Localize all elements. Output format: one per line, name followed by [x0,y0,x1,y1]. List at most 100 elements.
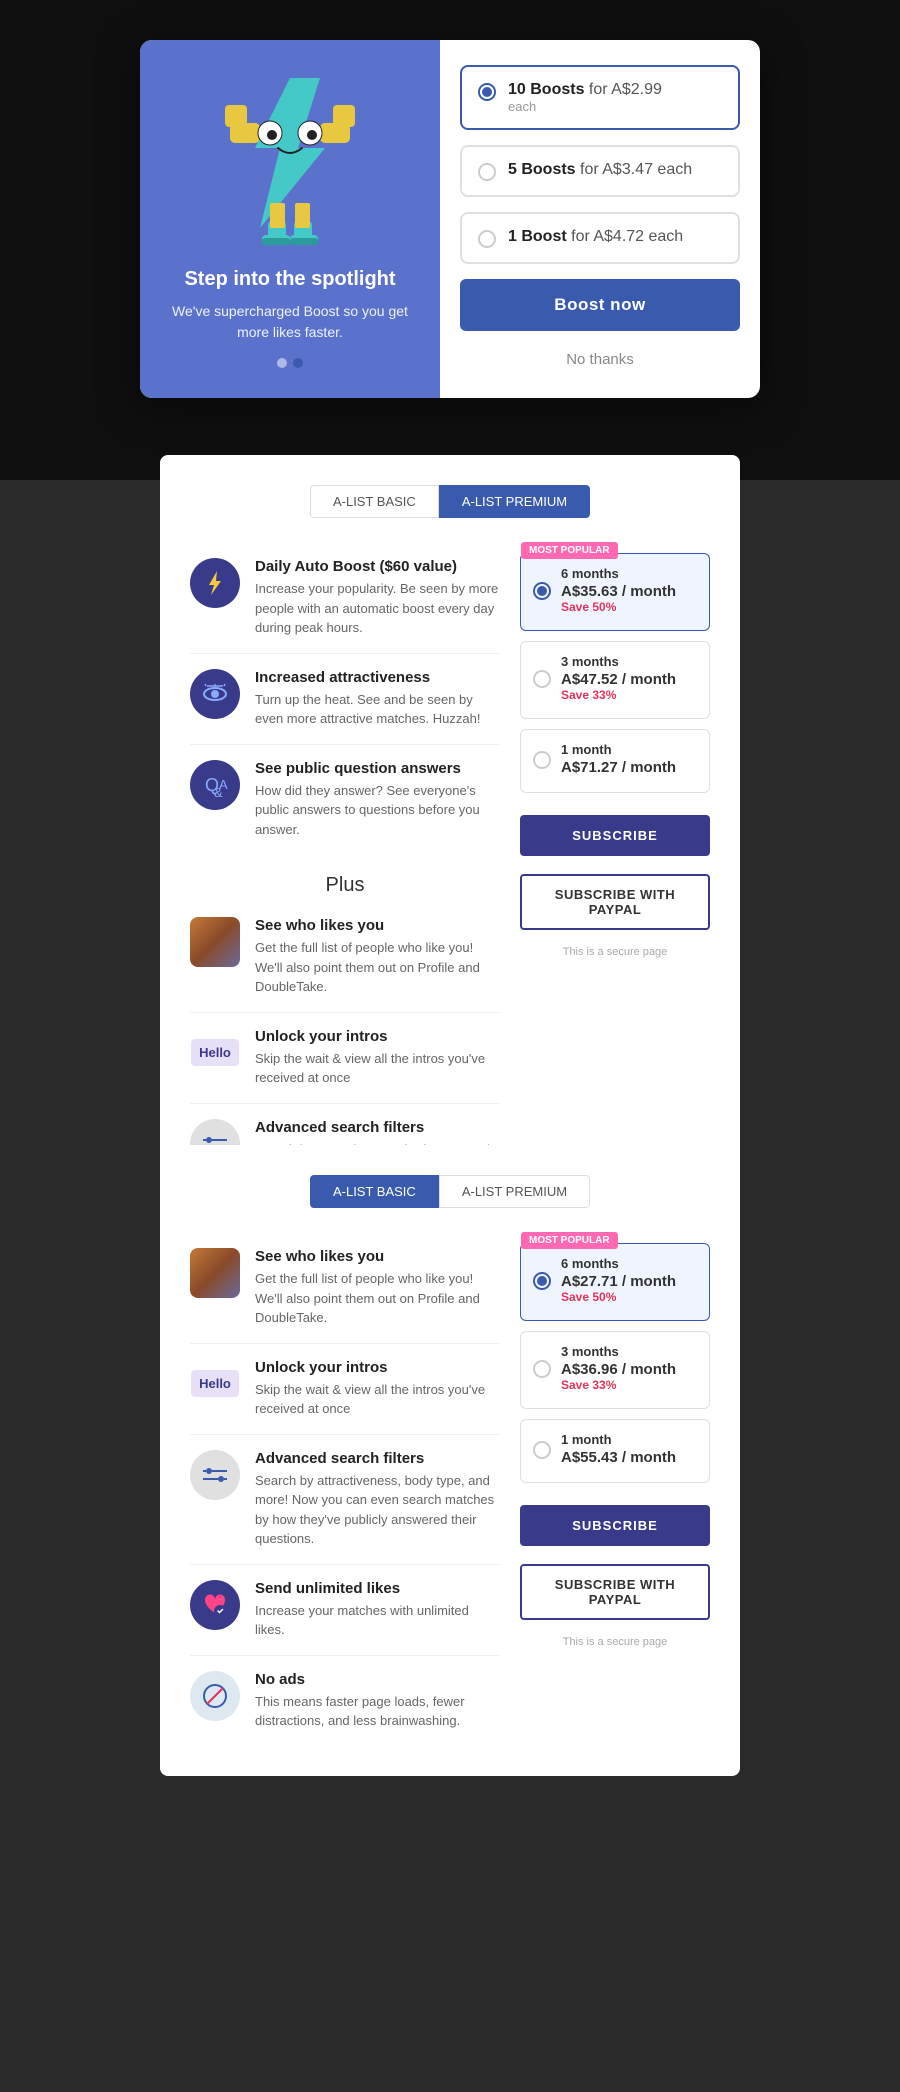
save-6mo-2: Save 50% [561,1290,676,1304]
feature-noad-2: No ads This means faster page loads, few… [190,1656,500,1746]
radio-6mo-2[interactable] [533,1272,551,1290]
tab-premium-1[interactable]: A-LIST PREMIUM [439,485,590,518]
subscribe-paypal-button-1[interactable]: SUBSCRIBE WITH PAYPAL [520,874,710,930]
radio-1mo-1[interactable] [533,751,551,769]
amount-3mo-2: A$36.96 / month [561,1361,676,1378]
section2-tabs: A-LIST BASIC A-LIST PREMIUM [190,1175,710,1208]
radio-3mo-1[interactable] [533,670,551,688]
feature-desc-qa: How did they answer? See everyone's publ… [255,781,500,840]
svg-text:A: A [219,777,228,792]
duration-6mo-1: 6 months [561,566,676,581]
boost-price-5: for A$3.47 each [576,161,693,178]
boost-price-1: for A$4.72 each [567,228,684,245]
radio-3mo-2[interactable] [533,1360,551,1378]
feature-desc-attract: Turn up the heat. See and be seen by eve… [255,690,500,729]
feature-title-boost: Daily Auto Boost ($60 value) [255,558,500,575]
tab-premium-2[interactable]: A-LIST PREMIUM [439,1175,590,1208]
feature-likes-you-2: See who likes you Get the full list of p… [190,1233,500,1344]
amount-1mo-1: A$71.27 / month [561,759,676,776]
filter-icon-2 [190,1450,240,1500]
boost-each-10: each [508,99,662,114]
duration-3mo-1: 3 months [561,654,676,669]
boost-price-10: for A$2.99 [584,81,661,98]
radio-1mo-2[interactable] [533,1441,551,1459]
most-popular-badge-1: MOST POPULAR [521,542,618,559]
boost-modal: Step into the spotlight We've supercharg… [140,40,760,398]
duration-6mo-2: 6 months [561,1256,676,1271]
feature-desc-intros1: Skip the wait & view all the intros you'… [255,1049,500,1088]
boost-option-1[interactable]: 1 Boost for A$4.72 each [460,212,740,264]
price-6mo-1[interactable]: MOST POPULAR 6 months A$35.63 / month Sa… [520,553,710,631]
section2-features: See who likes you Get the full list of p… [190,1233,500,1746]
price-1mo-2[interactable]: 1 month A$55.43 / month [520,1419,710,1483]
feature-unlimited-2: Send unlimited likes Increase your match… [190,1565,500,1656]
heart-icon-2 [190,1580,240,1630]
radio-1boost[interactable] [478,230,496,248]
modal-title: Step into the spotlight [184,268,395,291]
tab-basic-2[interactable]: A-LIST BASIC [310,1175,439,1208]
plus-divider: Plus [190,854,500,902]
mascot [180,63,400,253]
feature-search-2: Advanced search filters Search by attrac… [190,1435,500,1565]
price-6mo-2[interactable]: MOST POPULAR 6 months A$27.71 / month Sa… [520,1243,710,1321]
duration-1mo-1: 1 month [561,742,676,757]
boost-option-10[interactable]: 10 Boosts for A$2.99 each [460,65,740,130]
feature-title-attract: Increased attractiveness [255,669,500,686]
photo-icon-1 [190,917,240,967]
amount-1mo-2: A$55.43 / month [561,1449,676,1466]
price-3mo-1[interactable]: 3 months A$47.52 / month Save 33% [520,641,710,719]
secure-text-2: This is a secure page [520,1636,710,1648]
tab-basic-1[interactable]: A-LIST BASIC [310,485,439,518]
eye-icon [190,669,240,719]
feature-attractiveness: Increased attractiveness Turn up the hea… [190,654,500,745]
duration-1mo-2: 1 month [561,1432,676,1447]
boost-option-5[interactable]: 5 Boosts for A$3.47 each [460,145,740,197]
boost-now-button[interactable]: Boost now [460,279,740,331]
price-1mo-1[interactable]: 1 month A$71.27 / month [520,729,710,793]
feature-questions: Q & A See public question answers How di… [190,745,500,855]
feature-title-intros2: Unlock your intros [255,1359,500,1376]
feature-title-noad2: No ads [255,1671,500,1688]
feature-intros-2: Hello Unlock your intros Skip the wait &… [190,1344,500,1435]
pricing-options-2: MOST POPULAR 6 months A$27.71 / month Sa… [520,1243,710,1648]
save-6mo-1: Save 50% [561,600,676,614]
radio-10boosts[interactable] [478,83,496,101]
most-popular-badge-2: MOST POPULAR [521,1232,618,1249]
feature-desc-noad2: This means faster page loads, fewer dist… [255,1692,500,1731]
amount-3mo-1: A$47.52 / month [561,671,676,688]
feature-title-search2: Advanced search filters [255,1450,500,1467]
feature-desc-search2: Search by attractiveness, body type, and… [255,1471,500,1549]
save-3mo-2: Save 33% [561,1378,676,1392]
no-thanks-button[interactable]: No thanks [460,346,740,373]
boost-count-10: 10 Boosts [508,81,584,98]
amount-6mo-2: A$27.71 / month [561,1273,676,1290]
price-3mo-2[interactable]: 3 months A$36.96 / month Save 33% [520,1331,710,1409]
save-3mo-1: Save 33% [561,688,676,702]
alist-basic-section: A-LIST BASIC A-LIST PREMIUM See who like… [160,1145,740,1776]
feature-title-intros1: Unlock your intros [255,1028,500,1045]
feature-title-unlimited2: Send unlimited likes [255,1580,500,1597]
hello-icon-1: Hello [190,1028,240,1078]
dot-1 [277,358,287,368]
feature-desc-intros2: Skip the wait & view all the intros you'… [255,1380,500,1419]
subscribe-paypal-button-2[interactable]: SUBSCRIBE WITH PAYPAL [520,1564,710,1620]
secure-text-1: This is a secure page [520,946,710,958]
boost-icon [190,558,240,608]
feature-likes-you-1: See who likes you Get the full list of p… [190,902,500,1013]
boost-count-5: 5 Boosts [508,161,576,178]
qa-icon: Q & A [190,760,240,810]
photo-icon-2 [190,1248,240,1298]
feature-intros-1: Hello Unlock your intros Skip the wait &… [190,1013,500,1104]
pricing-options-1: MOST POPULAR 6 months A$35.63 / month Sa… [520,553,710,958]
feature-title-likes1: See who likes you [255,917,500,934]
subscribe-button-1[interactable]: SUBSCRIBE [520,815,710,856]
amount-6mo-1: A$35.63 / month [561,583,676,600]
radio-6mo-1[interactable] [533,582,551,600]
noad-icon-2 [190,1671,240,1721]
feature-title-likes2: See who likes you [255,1248,500,1265]
radio-5boosts[interactable] [478,163,496,181]
modal-right-panel: 10 Boosts for A$2.99 each 5 Boosts for A… [440,40,760,398]
feature-desc-unlimited2: Increase your matches with unlimited lik… [255,1601,500,1640]
subscribe-button-2[interactable]: SUBSCRIBE [520,1505,710,1546]
feature-list-1: Daily Auto Boost ($60 value) Increase yo… [190,543,500,854]
